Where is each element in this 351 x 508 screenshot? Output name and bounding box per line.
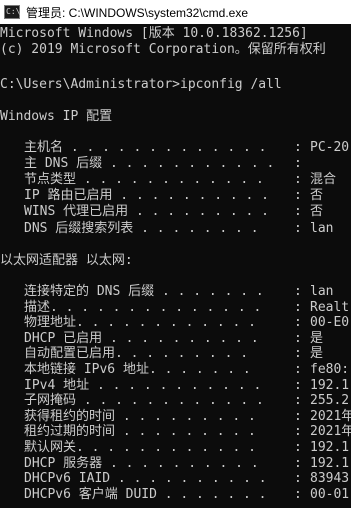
config-row-value: 是 [310, 346, 324, 362]
config-row-value: 否 [310, 188, 324, 204]
config-row-label: 主机名 . . . . . . . . . . . . . [24, 140, 267, 155]
config-row-label: 描述. . . . . . . . . . . . . . [24, 299, 262, 315]
cmd-window: C:\ 管理员: C:\WINDOWS\system32\cmd.exe Mic… [0, 0, 351, 508]
copyright-line: (c) 2019 Microsoft Corporation。保留所有权利 [0, 42, 326, 57]
window-title: 管理员: C:\WINDOWS\system32\cmd.exe [26, 5, 249, 20]
config-row-label: 自动配置已启用. . . . . . . . . [24, 346, 249, 362]
version-line: Microsoft Windows [版本 10.0.18362.1256] [0, 26, 308, 41]
config-row-separator: : [294, 204, 302, 220]
config-row-separator: : [294, 455, 302, 471]
config-row-label: 主 DNS 后缀 . . . . . . . . . . . [24, 156, 275, 172]
config-row-value: 192.1 [310, 440, 350, 455]
config-row-separator: : [294, 220, 302, 236]
config-row-value: 255.2 [310, 393, 350, 409]
config-row-separator: : [294, 315, 302, 331]
config-row-label: 子网掩码 . . . . . . . . . . . . [24, 393, 264, 409]
config-row-separator: : [294, 172, 302, 188]
config-row-label: WINS 代理已启用 . . . . . . . . . [24, 204, 270, 220]
cmd-icon[interactable]: C:\ [4, 5, 20, 19]
config-row-separator: : [294, 188, 302, 204]
config-row-value: 混合 [310, 172, 337, 188]
config-row-label: 节点类型 . . . . . . . . . . . . [24, 172, 264, 188]
config-row-label: IPv4 地址 . . . . . . . . . . . [24, 377, 262, 393]
section-heading: Windows IP 配置 [0, 109, 113, 124]
config-row-value: 2021年 [310, 408, 351, 424]
config-row-value: 2021年 [310, 424, 351, 440]
config-row-label: 连接特定的 DNS 后缀 . . . . . . . [24, 284, 264, 299]
config-row-value: Realt [310, 299, 350, 315]
config-row-separator: : [294, 424, 302, 440]
config-row-separator: : [294, 393, 302, 409]
config-row-separator: : [294, 377, 302, 393]
config-row-label: 获得租约的时间 . . . . . . . . . [24, 408, 256, 424]
config-row-label: 默认网关. . . . . . . . . . . . [24, 440, 257, 455]
config-row-value: PC-20 [310, 140, 350, 155]
config-row-separator: : [294, 140, 302, 155]
config-row-value: 00-E0 [310, 315, 350, 331]
config-row-separator: : [294, 299, 302, 315]
config-row-label: DHCP 已启用 . . . . . . . . . . [24, 330, 259, 346]
config-row-label: 租约过期的时间 . . . . . . . . . [24, 424, 256, 440]
config-row-separator: : [294, 156, 302, 172]
config-row-separator: : [294, 346, 302, 362]
config-row-separator: : [294, 486, 302, 502]
config-row-label: DNS 后缀搜索列表 . . . . . . . . [24, 220, 259, 236]
section-heading: 以太网适配器 以太网: [0, 253, 133, 268]
config-row-label: DHCPv6 IAID . . . . . . . . . . [24, 471, 267, 487]
config-row-separator: : [294, 471, 302, 487]
config-row-label: 本地链接 IPv6 地址. . . . . . . [24, 362, 251, 377]
config-row-value: 83943 [310, 471, 350, 487]
command-prompt-line: C:\Users\Administrator>ipconfig /all [0, 77, 282, 92]
config-row-label: DHCPv6 客户端 DUID . . . . . . . [24, 486, 267, 502]
config-row-separator: : [294, 440, 302, 455]
config-row-value: 否 [310, 204, 324, 220]
config-row-label: DHCP 服务器 . . . . . . . . . . [24, 455, 259, 471]
config-row-separator: : [294, 362, 302, 377]
config-row-separator: : [294, 330, 302, 346]
config-row-separator: : [294, 408, 302, 424]
config-row-value: 00-01 [310, 486, 350, 502]
console-output[interactable]: Microsoft Windows [版本 10.0.18362.1256] (… [0, 26, 351, 508]
config-row-value: lan [310, 284, 334, 299]
config-row-label: IP 路由已启用 . . . . . . . . . . [24, 188, 270, 204]
config-row-value: lan [310, 220, 334, 236]
title-bar[interactable]: C:\ 管理员: C:\WINDOWS\system32\cmd.exe [0, 0, 351, 24]
config-row-value: 192.1 [310, 455, 350, 471]
config-row-value: fe80: [310, 362, 350, 377]
config-row-value: 是 [310, 330, 324, 346]
config-row-separator: : [294, 284, 302, 299]
config-row-value: 192.1 [310, 377, 350, 393]
config-row-label: 物理地址. . . . . . . . . . . . [24, 315, 257, 331]
